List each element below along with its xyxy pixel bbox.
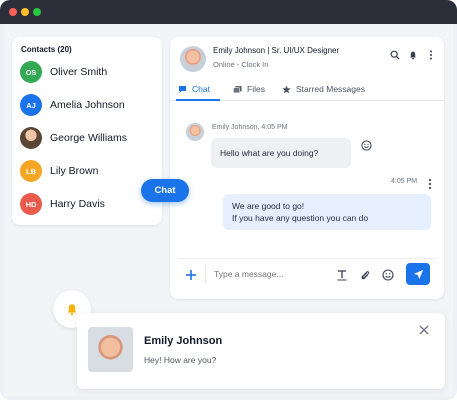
tab-label: Starred Messages: [296, 84, 365, 94]
files-icon: [233, 85, 242, 94]
close-window-dot[interactable]: [9, 8, 17, 16]
notification-message: Hey! How are you?: [144, 355, 217, 365]
title-bar: [0, 0, 457, 24]
chat-panel: Emily Johnson | Sr. UI/UX Designer Onlin…: [170, 37, 444, 299]
emoji-icon[interactable]: [382, 268, 394, 281]
contact-item-lily-brown[interactable]: LB Lily Brown: [20, 158, 158, 184]
tab-starred-messages[interactable]: Starred Messages: [282, 81, 365, 97]
notification-avatar: [88, 327, 133, 372]
chat-header-actions: [390, 50, 436, 60]
send-button[interactable]: [406, 263, 430, 285]
avatar-photo: [20, 127, 42, 149]
message-input[interactable]: [214, 266, 332, 282]
bell-icon[interactable]: [408, 50, 418, 60]
tab-files[interactable]: Files: [233, 81, 265, 97]
contact-name: George Williams: [50, 132, 128, 144]
maximize-window-dot[interactable]: [33, 8, 41, 16]
message-text-line: If you have any question you can do: [232, 213, 369, 223]
close-icon[interactable]: [418, 323, 430, 335]
avatar: OS: [20, 61, 42, 83]
emoji-reaction-icon[interactable]: [361, 138, 372, 151]
star-icon: [282, 84, 291, 94]
contacts-title: Contacts (20): [21, 45, 72, 54]
contact-item-harry-davis[interactable]: HD Harry Davis: [20, 191, 158, 217]
send-icon: [413, 269, 423, 279]
paperclip-icon[interactable]: [359, 268, 371, 280]
contact-item-george-williams[interactable]: George Williams: [20, 125, 158, 151]
outgoing-message: We are good to go! If you have any quest…: [223, 194, 431, 230]
tab-label: Files: [247, 84, 265, 94]
minimize-window-dot[interactable]: [21, 8, 29, 16]
divider: [205, 265, 206, 283]
message-text-line: We are good to go!: [232, 201, 305, 211]
tab-chat[interactable]: Chat: [178, 81, 210, 97]
contact-name: Amelia Johnson: [50, 99, 125, 111]
message-avatar: [186, 123, 204, 141]
notification-sender: Emily Johnson: [144, 335, 223, 347]
chat-icon: [178, 85, 187, 94]
tab-label: Chat: [192, 84, 210, 94]
contact-item-amelia-johnson[interactable]: AJ Amelia Johnson: [20, 92, 158, 118]
floating-chat-button[interactable]: Chat: [141, 179, 189, 202]
app-window: Contacts (20) OS Oliver Smith AJ Amelia …: [0, 0, 457, 400]
contact-name: Lily Brown: [50, 165, 99, 177]
avatar: HD: [20, 193, 42, 215]
contact-name: Harry Davis: [50, 198, 105, 210]
active-tab-indicator: [176, 99, 220, 101]
contacts-panel: Contacts (20) OS Oliver Smith AJ Amelia …: [12, 37, 162, 225]
message-options-icon[interactable]: [427, 177, 433, 190]
incoming-message: Hello what are you doing?: [211, 138, 351, 168]
message-text: Hello what are you doing?: [220, 148, 319, 158]
text-format-icon[interactable]: [336, 268, 348, 281]
avatar: AJ: [20, 94, 42, 116]
add-attachment-icon[interactable]: [185, 268, 197, 280]
contact-item-oliver-smith[interactable]: OS Oliver Smith: [20, 59, 158, 85]
message-sender-meta: Emily Johnson, 4:05 PM: [212, 124, 288, 131]
outgoing-message-time: 4:05 PM: [391, 178, 418, 185]
avatar: LB: [20, 160, 42, 182]
message-composer: [178, 258, 436, 288]
notification-toast[interactable]: Emily Johnson Hey! How are you?: [77, 313, 445, 389]
search-icon[interactable]: [390, 50, 400, 60]
chat-header-avatar: [180, 46, 206, 72]
chat-tabs: Chat Files Starred Messages: [170, 77, 444, 101]
contact-name: Oliver Smith: [50, 66, 108, 78]
chat-header-name: Emily Johnson | Sr. UI/UX Designer: [213, 46, 340, 55]
chat-header-status: Online - Clock In: [213, 60, 269, 69]
more-options-icon[interactable]: [426, 50, 436, 60]
